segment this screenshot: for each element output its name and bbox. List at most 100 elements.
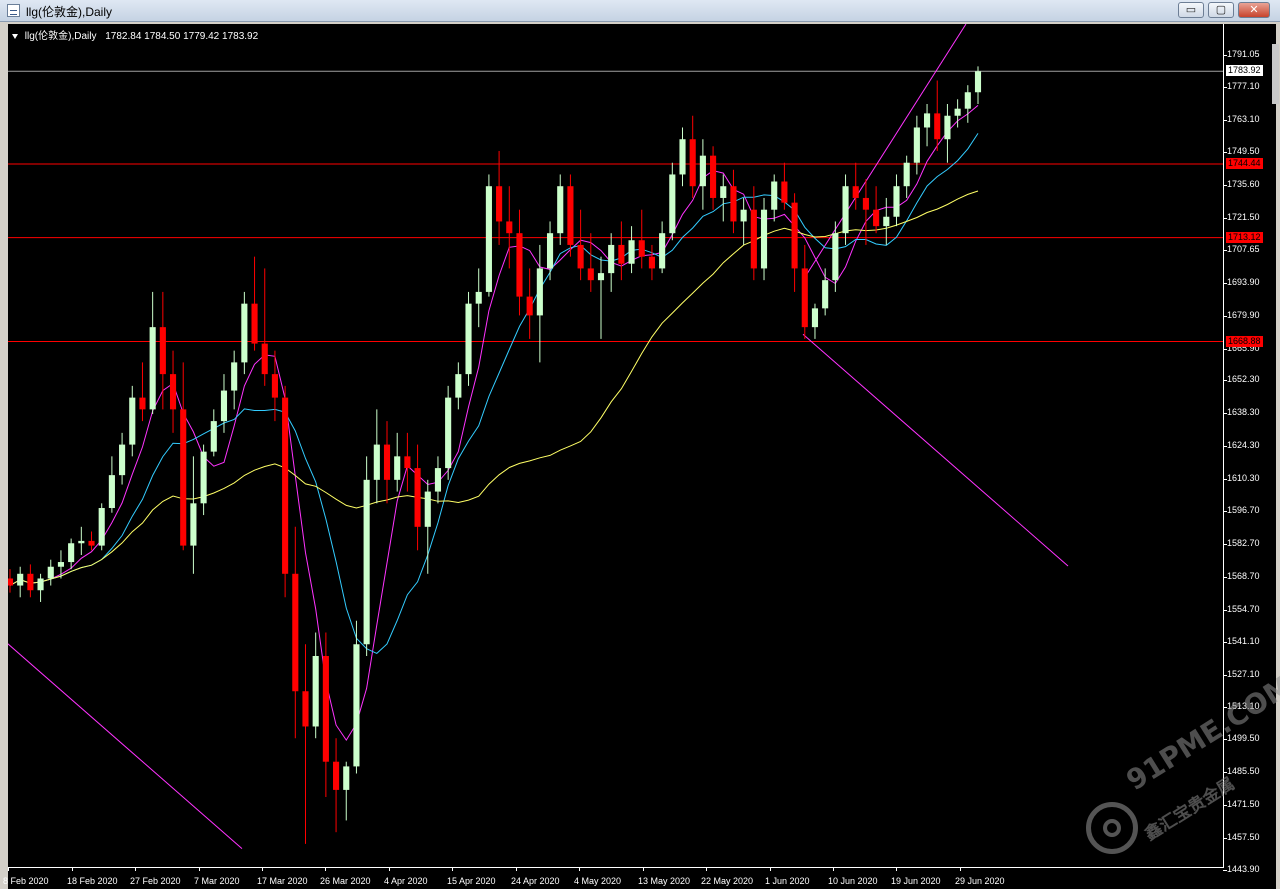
time-tick — [72, 867, 73, 871]
candle-body — [383, 444, 391, 480]
minimize-button[interactable]: ▭ — [1178, 2, 1204, 18]
price-tick-label: 1527.10 — [1227, 668, 1260, 679]
candle-body — [842, 186, 849, 234]
candle-body — [434, 468, 442, 492]
chart-header: llg(伦敦金),Daily 1782.84 1784.50 1779.42 1… — [12, 27, 258, 42]
candle-body — [506, 221, 513, 234]
time-tick — [8, 867, 9, 871]
watermark-logo-icon — [1086, 802, 1138, 854]
candle-body — [618, 244, 625, 264]
price-tick-label: 1443.90 — [1227, 864, 1260, 874]
time-axis-line — [8, 867, 1224, 868]
time-tick-label: 15 Apr 2020 — [447, 876, 496, 886]
candle-body — [302, 691, 309, 727]
candle-body — [954, 108, 961, 116]
time-tick — [833, 867, 834, 871]
candle-body — [292, 573, 299, 692]
candle-body — [353, 644, 360, 767]
candle-body — [934, 113, 941, 140]
price-tick-label: 1693.90 — [1227, 276, 1260, 287]
price-tick-label: 1610.30 — [1227, 473, 1260, 484]
candle-body — [231, 362, 238, 391]
time-tick-label: 4 Apr 2020 — [384, 876, 428, 886]
dropdown-triangle-icon[interactable] — [12, 33, 18, 39]
time-tick-label: 18 Feb 2020 — [67, 876, 118, 886]
time-tick-label: 24 Apr 2020 — [511, 876, 560, 886]
candle-body — [608, 244, 615, 274]
time-tick-label: 7 Mar 2020 — [194, 876, 240, 886]
candle-body — [832, 233, 839, 281]
candle-body — [811, 308, 819, 328]
candle-body — [27, 573, 34, 591]
time-tick — [516, 867, 517, 871]
time-tick-label: 26 Mar 2020 — [320, 876, 371, 886]
candle-body — [129, 397, 136, 445]
vertical-scrollbar[interactable] — [1272, 44, 1279, 104]
price-tick-label: 1791.05 — [1227, 48, 1260, 59]
candle-body — [68, 543, 75, 563]
price-tick-label: 1721.50 — [1227, 211, 1260, 222]
candle-body — [169, 374, 177, 410]
channel-lower-line — [8, 643, 243, 850]
candle-body — [791, 202, 798, 269]
channel-support-line — [802, 333, 1069, 567]
level-label-0: 1744.44 — [1226, 158, 1263, 170]
candle-body — [333, 761, 340, 790]
candle-body — [628, 240, 635, 264]
candle-body — [750, 209, 757, 269]
candle-body — [944, 115, 951, 140]
window-titlebar: llg(伦敦金),Daily ▭ ▢ ✕ — [0, 0, 1280, 22]
candle-body — [597, 273, 605, 281]
time-tick — [389, 867, 390, 871]
chart-window-icon — [7, 4, 20, 17]
candle-body — [862, 197, 869, 210]
time-tick-label: 17 Mar 2020 — [257, 876, 308, 886]
candle-body — [822, 280, 829, 309]
ma-fast-line — [9, 105, 979, 742]
candle-body — [200, 451, 207, 504]
candle-body — [404, 456, 411, 469]
candle-body — [720, 186, 727, 198]
level-label-2: 1668.88 — [1226, 335, 1263, 347]
time-tick — [199, 867, 200, 871]
price-tick-label: 1749.50 — [1227, 146, 1260, 157]
price-tick-label: 1568.70 — [1227, 570, 1260, 581]
candle-body — [424, 491, 431, 527]
time-tick-label: 19 Jun 2020 — [891, 876, 941, 886]
restore-button[interactable]: ▢ — [1208, 2, 1234, 18]
price-chart[interactable]: llg(伦敦金),Daily 1782.84 1784.50 1779.42 1… — [3, 24, 1280, 889]
candle-body — [801, 268, 808, 328]
candle-body — [679, 139, 686, 175]
time-tick — [325, 867, 326, 871]
time-tick-label: 29 Jun 2020 — [955, 876, 1005, 886]
candle-body — [710, 155, 717, 198]
time-tick-label: 13 May 2020 — [638, 876, 691, 886]
time-tick-label: 1 Jun 2020 — [765, 876, 810, 886]
candle-body — [873, 209, 880, 227]
candle-body — [394, 456, 401, 480]
time-tick — [706, 867, 707, 871]
candle-body — [913, 127, 920, 163]
candle-body — [57, 562, 65, 567]
candle-body — [343, 766, 350, 790]
candle-body — [98, 508, 105, 546]
candle-body — [516, 233, 523, 297]
candle-body — [557, 186, 564, 234]
candle-body — [852, 186, 859, 198]
candle-body — [37, 578, 44, 591]
candle-body — [47, 566, 54, 579]
time-tick — [135, 867, 136, 871]
candle-body — [159, 327, 166, 375]
candle-body — [648, 256, 655, 269]
candle-body — [699, 155, 706, 187]
candle-body — [108, 475, 115, 509]
candle-body — [78, 540, 85, 544]
candle-body — [210, 421, 217, 452]
candle-body — [465, 303, 472, 375]
candle-body — [485, 186, 492, 292]
candle-body — [8, 578, 14, 586]
price-tick-label: 1735.60 — [1227, 178, 1260, 189]
close-button[interactable]: ✕ — [1238, 2, 1270, 18]
candle-body — [964, 92, 971, 109]
candle-body — [271, 374, 278, 398]
